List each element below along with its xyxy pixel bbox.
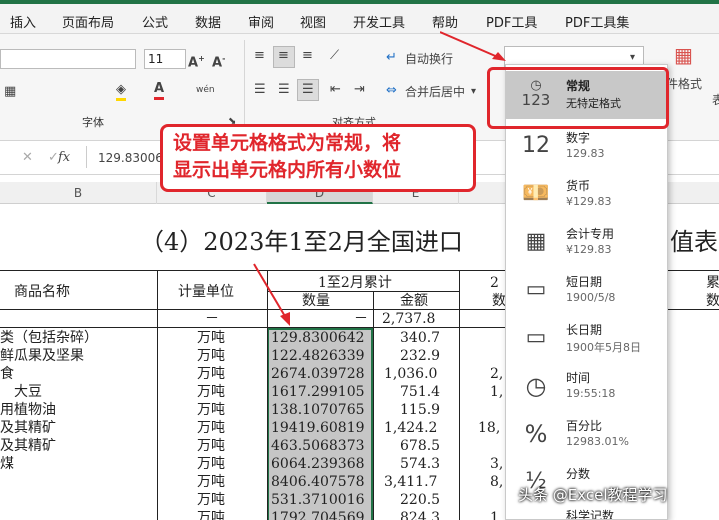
row-unit: 万吨 [197, 438, 225, 454]
row-name: 食 [0, 366, 14, 382]
row-unit: 万吨 [197, 384, 225, 400]
row-quantity[interactable]: 6064.239368 [271, 455, 365, 473]
format-option-percentage[interactable]: % 百分比 12983.01% [506, 411, 667, 459]
row-unit: 万吨 [197, 456, 225, 472]
row-name: 及其精矿 [0, 438, 56, 454]
row-amount: 220.5 [400, 492, 441, 508]
watermark-text: 头条 @Excel教程学习 [518, 486, 668, 504]
row-extra: 3, [490, 456, 504, 472]
format-option-time[interactable]: ◷ 时间 19:55:18 [506, 363, 667, 411]
row-amount: 1,424.2 [384, 420, 438, 436]
row-quantity[interactable]: 1792.704569 [271, 509, 365, 520]
number-12-icon: 12 [522, 133, 550, 158]
header-product-name: 商品名称 [14, 284, 70, 300]
header-amount: 金额 [400, 293, 428, 309]
currency-icon: 💴 [522, 181, 550, 206]
callout-line-1: 设置单元格格式为常规，将 [173, 132, 402, 154]
header-extra-qty: 数 [492, 293, 506, 309]
calendar-icon: ▭ [525, 325, 547, 350]
row-amount: 340.7 [400, 330, 441, 346]
clock-icon: ◷ [525, 372, 547, 400]
row-quantity[interactable]: 129.8300642 [271, 329, 365, 347]
row-quantity[interactable]: 19419.60819 [271, 419, 365, 437]
row-unit: 万吨 [197, 402, 225, 418]
row-unit: 万吨 [197, 366, 225, 382]
row-name: 煤 [0, 456, 14, 472]
grid-line [459, 270, 460, 520]
header-far-cut: 累 [706, 275, 719, 291]
row-quantity[interactable]: 8406.407578 [271, 473, 365, 491]
row-quantity[interactable]: 531.3710016 [271, 491, 365, 509]
row-amount: 3,411.7 [384, 474, 438, 490]
row-quantity[interactable]: 138.1070765 [271, 401, 365, 419]
row-quantity[interactable]: 1617.299105 [271, 383, 365, 401]
format-option-long-date[interactable]: ▭ 长日期 1900年5月8日 [506, 315, 667, 363]
row-extra: 1, [490, 510, 504, 520]
row-amount: 678.5 [400, 438, 441, 454]
header-extra: 2 [490, 275, 499, 291]
format-option-short-date[interactable]: ▭ 短日期 1900/5/8 [506, 267, 667, 315]
row-unit: 万吨 [197, 510, 225, 520]
header-period: 1至2月累计 [318, 275, 392, 291]
pointer-arrow-to-cell [253, 263, 290, 326]
row-amount: 574.3 [400, 456, 441, 472]
row-quantity[interactable]: 122.4826339 [271, 347, 365, 365]
callout-line-2: 显示出单元格内所有小数位 [173, 159, 402, 181]
row-name: 鲜瓜果及坚果 [0, 348, 84, 364]
row-name: 及其精矿 [0, 420, 56, 436]
format-option-number[interactable]: 12 数字 129.83 [506, 123, 667, 171]
row-name: 用植物油 [0, 402, 56, 418]
grid-line [157, 270, 158, 520]
row-unit: 万吨 [197, 492, 225, 508]
header-far-qty-cut: 数 [706, 293, 719, 309]
format-option-accounting[interactable]: ▦ 会计专用 ¥129.83 [506, 219, 667, 267]
row-unit: 万吨 [197, 330, 225, 346]
summary-quantity: － [354, 311, 368, 327]
percent-icon: % [524, 420, 548, 448]
format-option-currency[interactable]: 💴 货币 ¥129.83 [506, 171, 667, 219]
row-amount: 1,036.0 [384, 366, 438, 382]
row-unit: 万吨 [197, 348, 225, 364]
row-extra: 2, [490, 366, 504, 382]
header-quantity: 数量 [302, 293, 330, 309]
row-extra: 8, [490, 474, 504, 490]
summary-amount: 2,737.8 [382, 311, 436, 327]
row-extra: 1, [490, 384, 504, 400]
row-amount: 232.9 [400, 348, 441, 364]
row-amount: 751.4 [400, 384, 441, 400]
header-unit: 计量单位 [178, 284, 234, 300]
format-option-scientific[interactable]: 科学记数 [506, 507, 667, 519]
row-quantity[interactable]: 463.5068373 [271, 437, 365, 455]
row-extra: 18, [478, 420, 501, 436]
row-unit: 万吨 [197, 474, 225, 490]
row-amount: 115.9 [400, 402, 441, 418]
number-format-dropdown: ◷ 123 常规 无特定格式 12 数字 129.83 💴 货币 ¥129.83 … [505, 64, 668, 520]
row-unit: 万吨 [197, 420, 225, 436]
accounting-icon: ▦ [525, 229, 547, 254]
row-amount: 824.3 [400, 510, 441, 520]
grid-line [373, 291, 374, 520]
calendar-icon: ▭ [525, 277, 547, 302]
row-quantity[interactable]: 2674.039728 [271, 365, 365, 383]
annotation-callout: 设置单元格格式为常规，将 显示出单元格内所有小数位 [160, 124, 476, 192]
summary-unit: － [205, 311, 219, 327]
row-name: 类（包括杂碎） [0, 330, 98, 346]
highlight-box-general [487, 67, 669, 129]
row-name: 大豆 [0, 384, 42, 400]
